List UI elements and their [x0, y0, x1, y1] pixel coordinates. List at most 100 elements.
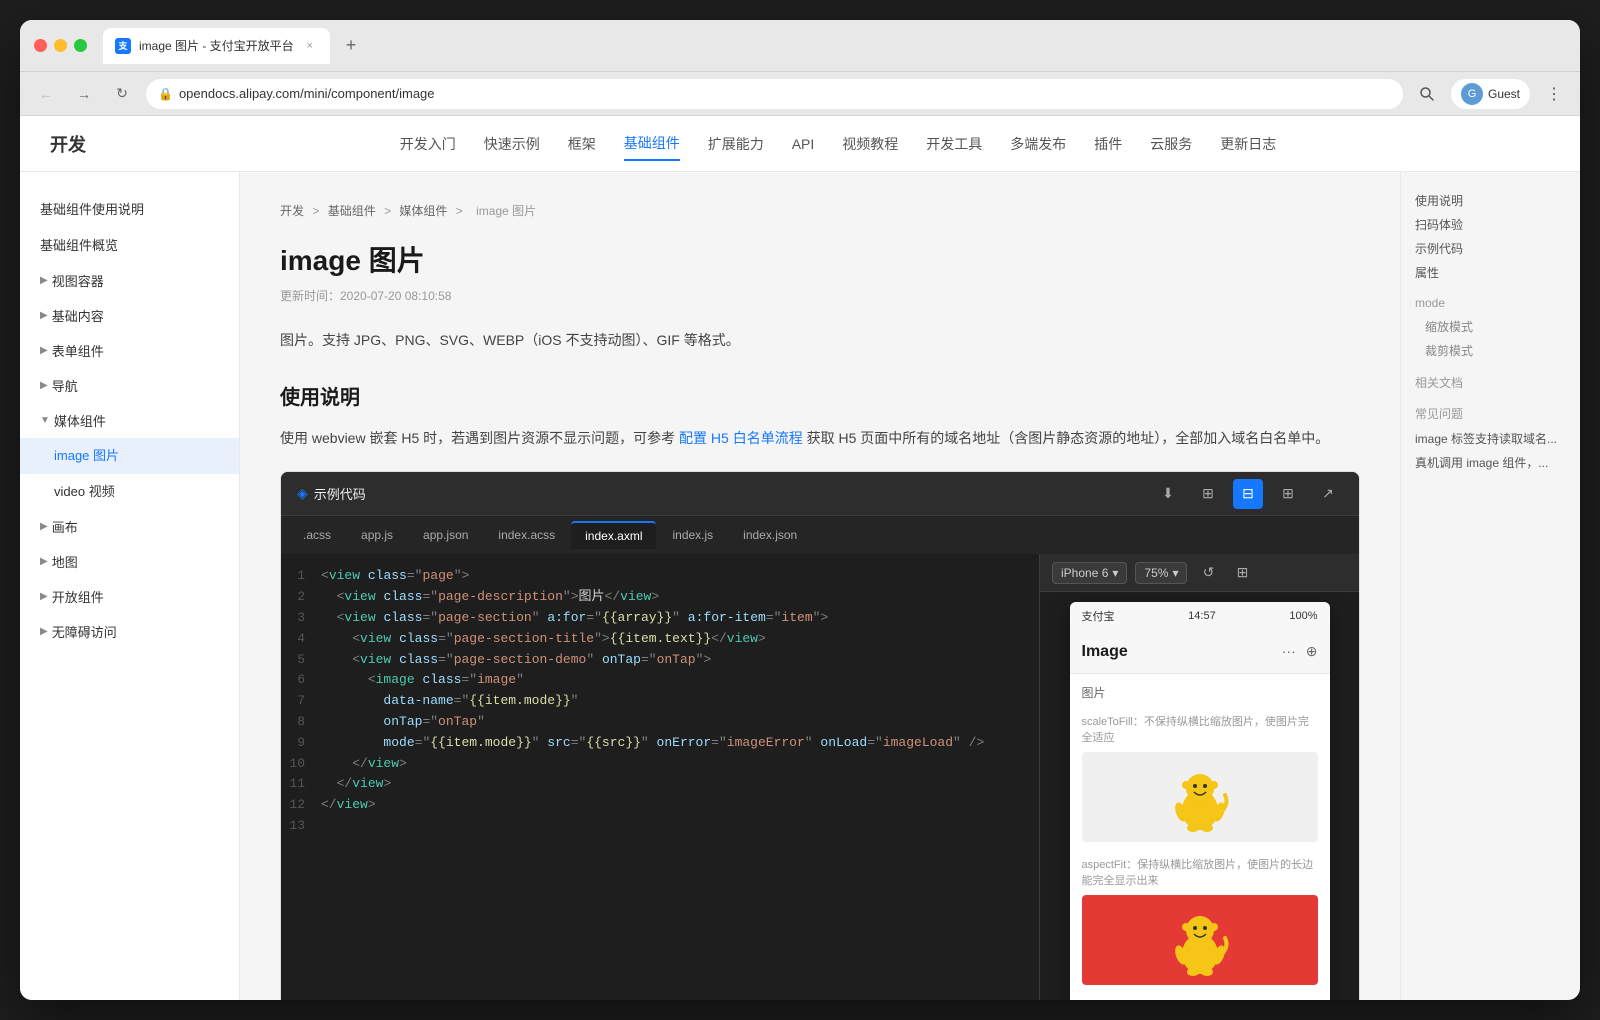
demo-title-text: 示例代码 [314, 484, 366, 503]
sidebar-group-media[interactable]: ▼ 媒体组件 [20, 403, 239, 438]
phone-nav-bar: Image ··· ⊕ [1070, 630, 1330, 674]
sidebar-group-open-component[interactable]: ▶ 开放组件 [20, 579, 239, 614]
browser-menu-button[interactable]: ⋮ [1540, 80, 1568, 108]
close-button[interactable] [34, 39, 47, 52]
phone-screen: 支付宝 14:57 100% Image ··· [1070, 602, 1330, 1000]
sidebar-group-map[interactable]: ▶ 地图 [20, 544, 239, 579]
title-bar: 支 image 图片 - 支付宝开放平台 × + [20, 20, 1580, 72]
breadcrumb-media[interactable]: 媒体组件 [399, 204, 447, 218]
sidebar-group-label: 画布 [52, 517, 78, 536]
nav-item-video[interactable]: 视频教程 [842, 128, 898, 160]
search-button[interactable] [1413, 80, 1441, 108]
tab-indexjs[interactable]: index.js [658, 522, 727, 548]
zoom-select[interactable]: 75% ▾ [1135, 562, 1187, 584]
sidebar-group-basic-content[interactable]: ▶ 基础内容 [20, 298, 239, 333]
nav-item-jichuzujian[interactable]: 基础组件 [624, 127, 680, 161]
fullscreen-button[interactable] [74, 39, 87, 52]
back-button[interactable]: ← [32, 80, 60, 108]
right-link-faq-2[interactable]: 真机调用 image 组件，... [1415, 454, 1566, 472]
phone-nav-actions: ··· ⊕ [1282, 643, 1318, 660]
doc-content: 开发 > 基础组件 > 媒体组件 > image 图片 image 图片 更新时… [240, 172, 1400, 1000]
home-icon: ⊕ [1306, 643, 1318, 660]
battery-label: 100% [1289, 610, 1317, 622]
right-link-props[interactable]: 属性 [1415, 264, 1566, 282]
url-bar[interactable]: 🔒 opendocs.alipay.com/mini/component/ima… [146, 79, 1403, 109]
nav-item-kuangjia[interactable]: 框架 [568, 128, 596, 160]
phone-status-bar: 支付宝 14:57 100% [1070, 602, 1330, 630]
user-label: Guest [1488, 87, 1520, 101]
lock-icon: 🔒 [158, 87, 173, 101]
right-link-example[interactable]: 示例代码 [1415, 240, 1566, 258]
code-line-13: 13 [281, 816, 1039, 837]
sidebar-item-overview[interactable]: 基础组件概览 [20, 228, 239, 264]
right-link-qr[interactable]: 扫码体验 [1415, 216, 1566, 234]
nav-item-cloud[interactable]: 云服务 [1150, 128, 1192, 160]
new-tab-button[interactable]: + [338, 31, 365, 60]
code-line-8: 8 onTap="onTap" [281, 712, 1039, 733]
nav-title: Image [1082, 643, 1128, 661]
tab-close-button[interactable]: × [302, 38, 318, 54]
split-view-button[interactable]: ⊟ [1233, 479, 1263, 509]
image-placeholder-2 [1082, 895, 1318, 985]
tab-indexjson[interactable]: index.json [729, 522, 811, 548]
user-avatar: G [1461, 83, 1483, 105]
tab-appjs[interactable]: app.js [347, 522, 407, 548]
preview-refresh-button[interactable]: ↺ [1195, 560, 1221, 586]
nav-item-changelog[interactable]: 更新日志 [1220, 128, 1276, 160]
forward-button[interactable]: → [70, 80, 98, 108]
preview-grid-button[interactable]: ⊞ [1229, 560, 1255, 586]
demo-title: ◈ 示例代码 [297, 484, 366, 503]
tab-indexaxml[interactable]: index.axml [571, 521, 656, 549]
nav-item-api[interactable]: API [792, 130, 815, 158]
sidebar-group-nav[interactable]: ▶ 导航 [20, 368, 239, 403]
url-text: opendocs.alipay.com/mini/component/image [179, 86, 435, 101]
sidebar-item-video[interactable]: video 视频 [20, 474, 239, 510]
breadcrumb: 开发 > 基础组件 > 媒体组件 > image 图片 [280, 202, 1360, 219]
sidebar-group-label: 地图 [52, 552, 78, 571]
nav-item-kuaisu[interactable]: 快速示例 [484, 128, 540, 160]
breadcrumb-dev[interactable]: 开发 [280, 204, 304, 218]
tab-indexacss[interactable]: index.acss [484, 522, 569, 548]
browser-tab[interactable]: 支 image 图片 - 支付宝开放平台 × [103, 28, 330, 64]
right-link-crop-mode[interactable]: 裁剪模式 [1415, 342, 1566, 360]
editor-area: 1 <view class="page"> 2 <view class="pag… [281, 554, 1359, 1000]
nav-item-devtools[interactable]: 开发工具 [926, 128, 982, 160]
code-line-7: 7 data-name="{{item.mode}}" [281, 691, 1039, 712]
sidebar-group-canvas[interactable]: ▶ 画布 [20, 509, 239, 544]
refresh-button[interactable]: ↻ [108, 80, 136, 108]
sidebar-group-accessibility[interactable]: ▶ 无障碍访问 [20, 614, 239, 649]
download-button[interactable]: ⬇ [1153, 479, 1183, 509]
nav-items: 开发入门 快速示例 框架 基础组件 扩展能力 API 视频教程 开发工具 多端发… [126, 127, 1550, 161]
nav-item-plugin[interactable]: 插件 [1094, 128, 1122, 160]
right-sidebar-mode-title: mode [1415, 296, 1566, 310]
share-button[interactable]: ↗ [1313, 479, 1343, 509]
sidebar-item-usage-intro[interactable]: 基础组件使用说明 [20, 192, 239, 228]
nav-item-kaifaru[interactable]: 开发入门 [400, 128, 456, 160]
right-link-scale-mode[interactable]: 缩放模式 [1415, 318, 1566, 336]
breadcrumb-basic[interactable]: 基础组件 [328, 204, 376, 218]
sidebar-group-form[interactable]: ▶ 表单组件 [20, 333, 239, 368]
main-layout: 开发 开发入门 快速示例 框架 基础组件 扩展能力 API 视频教程 开发工具 … [20, 116, 1580, 1000]
tab-appjson[interactable]: app.json [409, 522, 482, 548]
sidebar-group-label: 媒体组件 [54, 411, 106, 430]
sidebar-item-image[interactable]: image 图片 [20, 438, 239, 474]
right-sidebar: 使用说明 扫码体验 示例代码 属性 mode 缩放模式 裁剪模式 相关文档 常见… [1400, 172, 1580, 1000]
nav-item-multiplatform[interactable]: 多端发布 [1010, 128, 1066, 160]
sidebar-group-view-container[interactable]: ▶ 视图容器 [20, 263, 239, 298]
code-line-11: 11 </view> [281, 774, 1039, 795]
right-link-usage[interactable]: 使用说明 [1415, 192, 1566, 210]
mascot-svg-2 [1165, 900, 1235, 980]
phone-frame: 支付宝 14:57 100% Image ··· [1040, 592, 1359, 1000]
grid-view-button[interactable]: ⊞ [1273, 479, 1303, 509]
demo-actions: ⬇ ⊞ ⊟ ⊞ ↗ [1153, 479, 1343, 509]
user-account-button[interactable]: G Guest [1451, 79, 1530, 109]
right-link-faq-1[interactable]: image 标签支持读取域名... [1415, 430, 1566, 448]
doc-link[interactable]: 配置 H5 白名单流程 [679, 430, 803, 446]
device-select[interactable]: iPhone 6 ▾ [1052, 562, 1127, 584]
tab-acss[interactable]: .acss [289, 522, 345, 548]
doc-layout: 基础组件使用说明 基础组件概览 ▶ 视图容器 ▶ 基础内容 ▶ 表单组件 ▶ 导… [20, 172, 1580, 1000]
minimize-button[interactable] [54, 39, 67, 52]
qr-button[interactable]: ⊞ [1193, 479, 1223, 509]
phone-content: 图片 scaleToFill：不保持纵横比缩放图片，使图片完全适应 [1070, 674, 1330, 1000]
nav-item-kuozhanneng[interactable]: 扩展能力 [708, 128, 764, 160]
